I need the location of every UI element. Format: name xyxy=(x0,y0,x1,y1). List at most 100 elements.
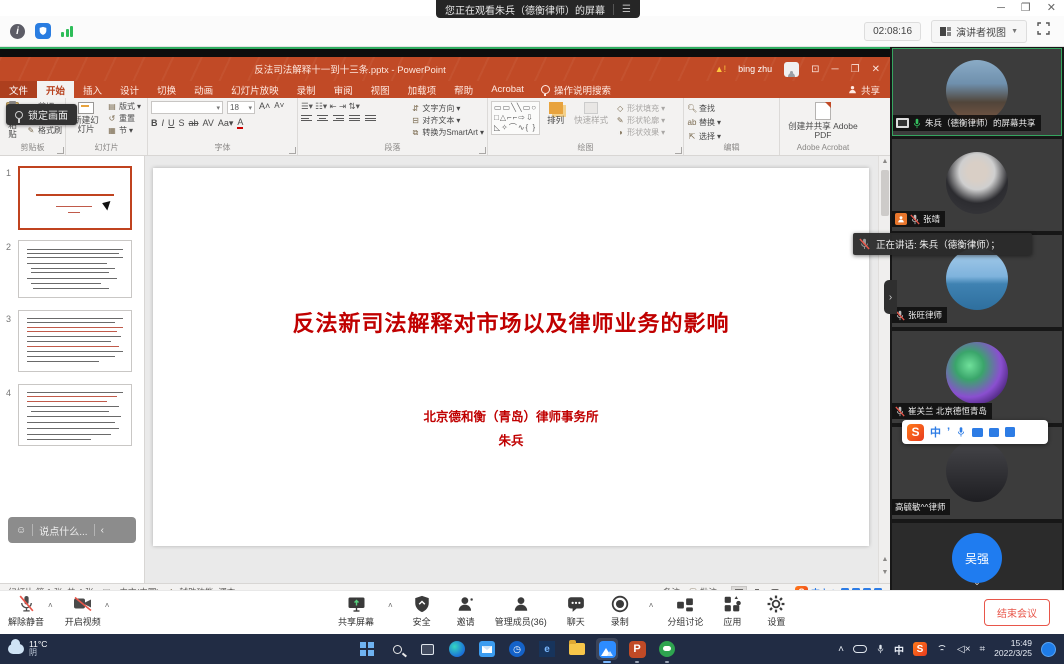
tab-transitions[interactable]: 切换 xyxy=(148,81,185,98)
ime-toolbox-icon[interactable] xyxy=(1005,427,1015,437)
chat-placeholder[interactable]: 说点什么... xyxy=(39,523,87,538)
font-size-select[interactable]: 18▾ xyxy=(227,101,255,114)
ime-zh-icon[interactable]: 中 xyxy=(930,424,941,440)
char-spacing-icon[interactable]: AV xyxy=(203,118,214,128)
dialog-launcher-icon[interactable] xyxy=(57,147,64,154)
view-mode-button[interactable]: 演讲者视图 ▼ xyxy=(931,20,1027,43)
wechat-app-button[interactable] xyxy=(656,638,678,660)
sogou-icon[interactable]: S xyxy=(907,424,924,441)
unmute-button[interactable]: 解除静音 xyxy=(8,595,44,628)
tray-expand-icon[interactable]: ˄ xyxy=(838,644,844,655)
sidebar-collapse-handle[interactable]: › xyxy=(884,280,897,314)
tab-animations[interactable]: 动画 xyxy=(185,81,222,98)
align-center-icon[interactable] xyxy=(317,115,328,124)
quick-chat-input[interactable]: ☺ 说点什么... ‹ xyxy=(8,517,136,543)
banner-menu-icon[interactable]: ☰ xyxy=(613,4,631,15)
ppt-restore-icon[interactable]: ❐ xyxy=(851,64,860,75)
security-shield-icon[interactable] xyxy=(35,23,51,39)
tell-me-search[interactable]: 操作说明搜索 xyxy=(533,81,619,98)
share-screen-button[interactable]: 共享屏幕 xyxy=(338,595,374,628)
align-text-button[interactable]: ⊟对齐文本 ▾ xyxy=(410,115,484,126)
tab-help[interactable]: 帮助 xyxy=(445,81,482,98)
apps-button[interactable]: 应用 xyxy=(717,595,747,628)
dialog-launcher-icon[interactable] xyxy=(675,147,682,154)
scroll-thumb[interactable] xyxy=(881,170,889,216)
italic-icon[interactable]: I xyxy=(162,118,165,128)
format-painter-button[interactable]: ✎格式刷 xyxy=(26,125,62,136)
meeting-app-button[interactable] xyxy=(596,638,618,660)
shape-outline-button[interactable]: ✎形状轮廓 ▾ xyxy=(615,115,665,126)
taskbar-clock[interactable]: 15:49 2022/3/25 xyxy=(994,639,1032,659)
shape-fill-button[interactable]: ◇形状填充 ▾ xyxy=(615,103,665,114)
volume-muted-icon[interactable]: ◁× xyxy=(957,644,971,655)
record-button[interactable]: 录制 xyxy=(605,595,635,628)
participant-tile[interactable]: 崔关兰 北京德恒青岛 xyxy=(892,331,1062,423)
ppt-close-icon[interactable]: ✕ xyxy=(872,64,880,75)
minimize-icon[interactable]: ─ xyxy=(997,1,1005,15)
unmute-options-icon[interactable]: ˄ xyxy=(48,601,53,610)
dialog-launcher-icon[interactable] xyxy=(289,147,296,154)
underline-icon[interactable]: U xyxy=(168,118,175,128)
tab-design[interactable]: 设计 xyxy=(111,81,148,98)
participant-tile[interactable]: 吴强 ⌄ xyxy=(892,523,1062,590)
text-direction-button[interactable]: ⇵文字方向 ▾ xyxy=(410,103,484,114)
weather-widget[interactable]: 11°C 阴 xyxy=(8,640,47,657)
tab-slideshow[interactable]: 幻灯片放映 xyxy=(222,81,288,98)
find-button[interactable]: 🔍︎查找 xyxy=(687,103,776,114)
justify-icon[interactable] xyxy=(349,115,360,124)
shape-effects-button[interactable]: ◑形状效果 ▾ xyxy=(615,127,665,138)
video-options-icon[interactable]: ˄ xyxy=(105,601,110,610)
share-button[interactable]: 共享 xyxy=(838,81,890,98)
bold-icon[interactable]: B xyxy=(151,118,158,128)
end-meeting-button[interactable]: 结束会议 xyxy=(984,599,1050,626)
tab-home[interactable]: 开始 xyxy=(37,81,74,98)
align-left-icon[interactable] xyxy=(301,115,312,124)
collapse-chat-icon[interactable]: ‹ xyxy=(101,525,104,536)
participant-tile[interactable]: 朱兵（德衡律师）的屏幕共享 xyxy=(892,48,1062,136)
account-avatar[interactable] xyxy=(784,62,799,77)
start-video-button[interactable]: 开启视频 xyxy=(65,595,101,628)
tab-review[interactable]: 审阅 xyxy=(325,81,362,98)
tab-insert[interactable]: 插入 xyxy=(74,81,111,98)
restore-icon[interactable]: ❐ xyxy=(1021,1,1031,15)
shrink-font-icon[interactable]: A˅ xyxy=(274,101,284,110)
dialog-launcher-icon[interactable] xyxy=(479,147,486,154)
align-right-icon[interactable] xyxy=(333,115,344,124)
quick-styles-button[interactable]: 快速样式 xyxy=(571,101,611,126)
account-name[interactable]: bing zhu xyxy=(738,64,772,74)
clock-app-button[interactable]: ◷ xyxy=(506,638,528,660)
touch-keyboard-icon[interactable]: ⌗ xyxy=(980,644,986,655)
fullscreen-icon[interactable] xyxy=(1037,22,1050,40)
tray-mic-icon[interactable] xyxy=(876,643,885,655)
mail-button[interactable] xyxy=(476,638,498,660)
slide-thumbnail-4[interactable] xyxy=(18,384,132,446)
settings-button[interactable]: 设置 xyxy=(761,595,791,628)
reset-button[interactable]: ↺重置 xyxy=(107,113,141,124)
chat-button[interactable]: 聊天 xyxy=(561,595,591,628)
notification-badge[interactable] xyxy=(1041,642,1056,657)
tab-addins[interactable]: 加载项 xyxy=(399,81,446,98)
sogou-ime-floating-bar[interactable]: S 中 ’ xyxy=(902,420,1048,444)
slide-thumbnail-2[interactable] xyxy=(18,240,132,298)
search-button[interactable] xyxy=(386,638,408,660)
shapes-gallery[interactable]: ▭▭╲╲▭○□△⌐⌐⇨⇩◺✧⌒∿{ } xyxy=(491,101,540,135)
ime-keyboard-icon[interactable] xyxy=(972,428,983,437)
change-case-icon[interactable]: Aa▾ xyxy=(218,118,234,129)
emoji-icon[interactable]: ☺ xyxy=(16,525,26,536)
participant-tile[interactable]: 张靖 xyxy=(892,139,1062,231)
replace-button[interactable]: ab替换 ▾ xyxy=(687,117,776,128)
current-slide[interactable]: 反法新司法解释对市场以及律师业务的影响 北京德和衡（青岛）律师事务所 朱兵 xyxy=(153,168,869,546)
arrange-button[interactable]: 排列 xyxy=(544,101,567,126)
powerpoint-app-button[interactable]: P xyxy=(626,638,648,660)
edge-button[interactable] xyxy=(446,638,468,660)
slide-scrollbar[interactable]: ▲ ▲ ▼ ▼ xyxy=(878,156,890,592)
network-icon[interactable] xyxy=(936,644,948,654)
shadow-icon[interactable]: S xyxy=(179,118,185,128)
slide-thumbnail-1[interactable] xyxy=(18,166,132,230)
record-options-icon[interactable]: ˄ xyxy=(649,601,654,610)
sogou-icon[interactable]: S xyxy=(913,642,927,656)
onedrive-icon[interactable] xyxy=(853,645,867,653)
breakout-button[interactable]: 分组讨论 xyxy=(667,595,703,628)
lock-screen-tooltip[interactable]: 锁定画面 xyxy=(6,104,77,125)
info-icon[interactable]: i xyxy=(10,24,25,39)
